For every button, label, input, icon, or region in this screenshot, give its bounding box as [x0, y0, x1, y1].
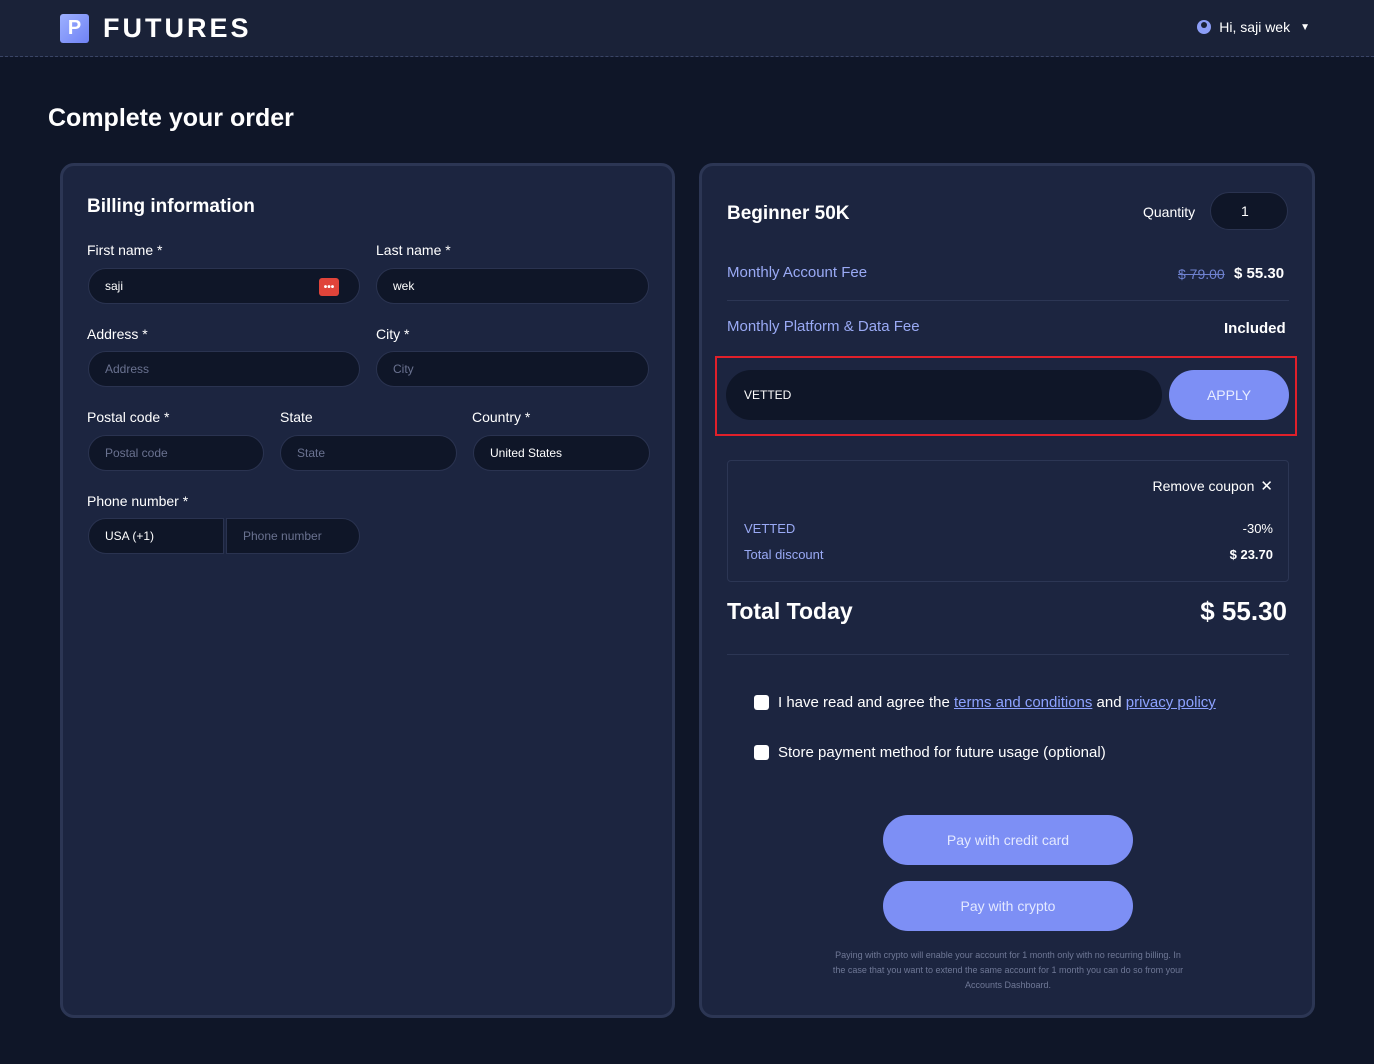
terms-prefix: I have read and agree the — [778, 694, 950, 711]
terms-checkbox[interactable] — [754, 695, 769, 710]
plan-title: Beginner 50K — [727, 203, 850, 224]
state-input[interactable]: State — [280, 435, 457, 471]
divider — [727, 654, 1289, 655]
store-payment-checkbox[interactable] — [754, 745, 769, 760]
order-summary-card: Beginner 50K Quantity 1 Monthly Account … — [699, 163, 1315, 1018]
user-icon — [1197, 20, 1212, 34]
first-name-value: saji — [105, 279, 124, 293]
quantity-label: Quantity — [1143, 204, 1196, 220]
quantity-input[interactable]: 1 — [1210, 192, 1288, 230]
total-discount-value: $ 23.70 — [1229, 547, 1273, 562]
close-icon: ✕ — [1260, 478, 1273, 495]
last-name-label: Last name * — [376, 242, 451, 258]
billing-title: Billing information — [87, 196, 255, 217]
country-select[interactable]: United States — [473, 435, 650, 471]
terms-and: and — [1096, 694, 1122, 711]
store-payment-row: Store payment method for future usage (o… — [754, 744, 1106, 761]
remove-coupon-label: Remove coupon — [1152, 478, 1255, 494]
last-name-input[interactable]: wek — [376, 268, 649, 304]
state-label: State — [280, 409, 313, 425]
address-label: Address * — [87, 326, 148, 342]
billing-card: Billing information First name * saji ••… — [60, 163, 675, 1018]
top-navbar: P FUTURES Hi, saji wek ▼ — [0, 0, 1374, 57]
state-placeholder: State — [297, 446, 326, 460]
phone-number-input[interactable]: Phone number — [226, 518, 360, 554]
phone-label: Phone number * — [87, 493, 189, 509]
terms-link[interactable]: terms and conditions — [954, 694, 1092, 711]
terms-row: I have read and agree the terms and cond… — [754, 694, 1216, 711]
apply-coupon-button[interactable]: APPLY — [1169, 370, 1289, 420]
pay-credit-card-button[interactable]: Pay with credit card — [883, 815, 1133, 865]
logo[interactable]: P FUTURES — [60, 13, 252, 44]
postal-code-placeholder: Postal code — [105, 446, 168, 460]
address-input[interactable]: Address — [88, 351, 360, 387]
last-name-value: wek — [393, 279, 415, 293]
quantity-value: 1 — [1241, 203, 1249, 219]
caret-down-icon: ▼ — [1300, 21, 1310, 33]
phone-country-select[interactable]: USA (+1) — [88, 518, 224, 554]
monthly-account-fee-label: Monthly Account Fee — [727, 264, 868, 281]
city-placeholder: City — [393, 362, 414, 376]
address-placeholder: Address — [105, 362, 150, 376]
total-today-value: $ 55.30 — [1200, 596, 1287, 626]
country-value: United States — [490, 446, 563, 460]
logo-text: FUTURES — [103, 13, 252, 43]
page-title: Complete your order — [48, 104, 294, 132]
coupon-code-label: VETTED — [744, 521, 796, 536]
coupon-input[interactable]: VETTED — [726, 370, 1162, 420]
phone-country-value: USA (+1) — [105, 529, 155, 543]
discounted-price: $ 55.30 — [1234, 265, 1285, 282]
country-label: Country * — [472, 409, 531, 425]
privacy-link[interactable]: privacy policy — [1126, 694, 1216, 711]
pay-crypto-button[interactable]: Pay with crypto — [883, 881, 1133, 931]
total-today-label: Total Today — [727, 598, 853, 624]
remove-coupon-button[interactable]: Remove coupon ✕ — [1152, 477, 1273, 495]
password-manager-icon[interactable]: ••• — [319, 278, 339, 296]
coupon-value: VETTED — [744, 388, 792, 402]
platform-fee-value: Included — [1224, 320, 1286, 337]
coupon-percent: -30% — [1242, 521, 1273, 536]
discount-summary: Remove coupon ✕ VETTED -30% Total discou… — [727, 460, 1289, 582]
store-payment-label: Store payment method for future usage (o… — [778, 744, 1106, 761]
postal-code-input[interactable]: Postal code — [88, 435, 264, 471]
user-greeting: Hi, saji wek — [1219, 19, 1291, 35]
postal-code-label: Postal code * — [87, 409, 170, 425]
original-price: $ 79.00 — [1178, 266, 1225, 282]
divider — [727, 300, 1289, 301]
user-menu[interactable]: Hi, saji wek ▼ — [1197, 19, 1310, 35]
first-name-input[interactable]: saji ••• — [88, 268, 360, 304]
platform-fee-label: Monthly Platform & Data Fee — [727, 318, 920, 335]
first-name-label: First name * — [87, 242, 163, 258]
logo-icon: P — [60, 14, 89, 43]
city-input[interactable]: City — [376, 351, 649, 387]
crypto-note: Paying with crypto will enable your acco… — [832, 950, 1184, 990]
city-label: City * — [376, 326, 410, 342]
phone-number-placeholder: Phone number — [243, 529, 322, 543]
total-discount-label: Total discount — [744, 547, 824, 562]
